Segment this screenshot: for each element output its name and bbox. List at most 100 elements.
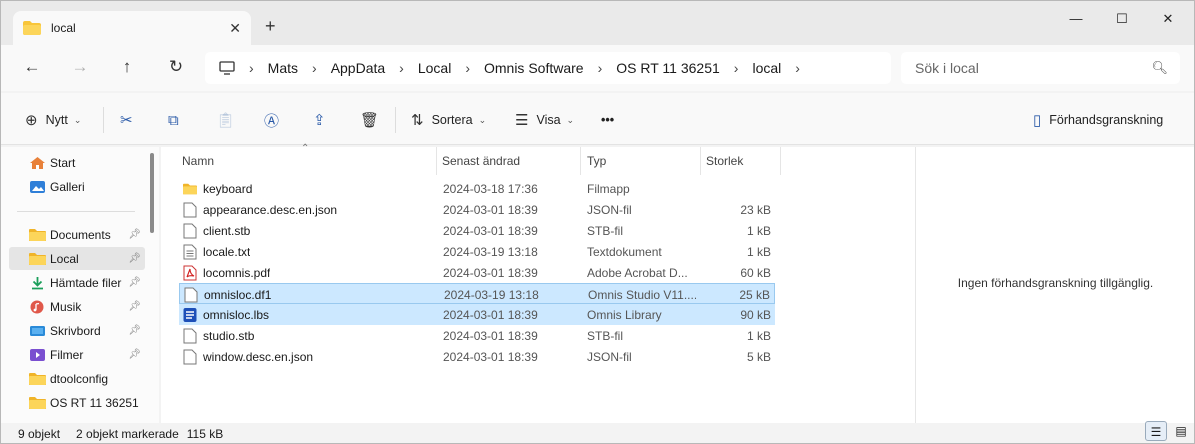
breadcrumb-separator[interactable]: › bbox=[795, 60, 800, 76]
sort-button[interactable]: ⇅ Sortera ⌄ bbox=[411, 109, 486, 131]
breadcrumb-separator: › bbox=[597, 60, 603, 76]
file-row-locale[interactable]: locale.txt 2024-03-19 13:18 Textdokument… bbox=[179, 241, 775, 262]
file-row-window[interactable]: window.desc.en.json 2024-03-01 18:39 JSO… bbox=[179, 346, 775, 367]
sidebar-item-videos[interactable]: Filmer 📌︎ bbox=[9, 343, 145, 366]
column-header-date[interactable]: Senast ändrad bbox=[442, 147, 520, 175]
file-size: 60 kB bbox=[740, 266, 771, 280]
close-tab-icon[interactable]: ✕ bbox=[229, 20, 241, 37]
breadcrumb-os-rt[interactable]: OS RT 11 36251 bbox=[616, 60, 720, 76]
sidebar-item-music[interactable]: Musik 📌︎ bbox=[9, 295, 145, 318]
close-window-button[interactable]: ✕ bbox=[1145, 11, 1191, 31]
file-row-appearance[interactable]: appearance.desc.en.json 2024-03-01 18:39… bbox=[179, 199, 775, 220]
sidebar-item-dtoolconfig[interactable]: dtoolconfig bbox=[9, 367, 145, 390]
column-divider[interactable] bbox=[700, 147, 701, 175]
sidebar-item-downloads[interactable]: Hämtade filer 📌︎ bbox=[9, 271, 145, 294]
search-input[interactable]: Sök i local 🔍︎ bbox=[901, 52, 1180, 84]
new-tab-button[interactable]: + bbox=[265, 16, 276, 37]
paste-button[interactable]: 📋︎ bbox=[216, 109, 243, 131]
sidebar-item-label: Filmer bbox=[50, 347, 84, 362]
rename-button[interactable]: Ⓐ bbox=[264, 109, 287, 131]
sidebar-item-label: Documents bbox=[50, 227, 111, 242]
breadcrumb-appdata[interactable]: AppData bbox=[331, 60, 385, 76]
preview-pane-button[interactable]: ▯ Förhandsgranskning bbox=[1033, 109, 1163, 131]
sidebar-item-label: Start bbox=[50, 155, 76, 170]
file-row-omnisloc-lbs[interactable]: omnisloc.lbs 2024-03-01 18:39 Omnis Libr… bbox=[179, 304, 775, 325]
pin-icon: 📌︎ bbox=[128, 253, 141, 264]
sidebar-scrollbar[interactable] bbox=[150, 153, 154, 233]
tab-local[interactable]: local ✕ bbox=[13, 11, 251, 45]
file-icon bbox=[183, 202, 197, 218]
folder-icon bbox=[29, 228, 46, 242]
file-row-client[interactable]: client.stb 2024-03-01 18:39 STB-fil 1 kB bbox=[179, 220, 775, 241]
file-row-studio[interactable]: studio.stb 2024-03-01 18:39 STB-fil 1 kB bbox=[179, 325, 775, 346]
title-bar: local ✕ + — ☐ ✕ bbox=[1, 1, 1194, 45]
breadcrumb-separator: › bbox=[733, 60, 739, 76]
desktop-icon bbox=[29, 324, 46, 338]
column-divider[interactable] bbox=[780, 147, 781, 175]
pin-icon: 📌︎ bbox=[128, 301, 141, 312]
sidebar-item-gallery[interactable]: Galleri bbox=[9, 175, 145, 198]
up-button[interactable]: ↑ bbox=[113, 56, 141, 80]
sidebar-item-start[interactable]: Start bbox=[9, 151, 145, 174]
folder-icon bbox=[29, 252, 46, 266]
breadcrumb-mats[interactable]: Mats bbox=[268, 60, 298, 76]
chevron-down-icon: ⌄ bbox=[478, 114, 487, 125]
file-date: 2024-03-19 13:18 bbox=[443, 245, 538, 259]
file-date: 2024-03-01 18:39 bbox=[443, 266, 538, 280]
sidebar-item-desktop[interactable]: Skrivbord 📌︎ bbox=[9, 319, 145, 342]
tiles-view-button[interactable]: ▤ bbox=[1170, 421, 1192, 441]
music-icon bbox=[29, 300, 46, 314]
new-button[interactable]: ⊕ Nytt ⌄ bbox=[25, 109, 81, 131]
file-size: 1 kB bbox=[746, 224, 771, 238]
breadcrumb-local-current[interactable]: local bbox=[752, 60, 781, 76]
file-size: 90 kB bbox=[740, 308, 771, 322]
pdf-icon bbox=[183, 265, 197, 281]
chevron-down-icon: ⌄ bbox=[566, 114, 575, 125]
gallery-icon bbox=[29, 180, 46, 194]
cut-button[interactable]: ✂ bbox=[120, 109, 141, 131]
omnis-library-icon bbox=[183, 308, 197, 322]
file-type: JSON-fil bbox=[587, 203, 632, 217]
video-icon bbox=[29, 348, 46, 362]
maximize-button[interactable]: ☐ bbox=[1099, 11, 1145, 31]
file-date: 2024-03-01 18:39 bbox=[443, 308, 538, 322]
sidebar-item-local[interactable]: Local 📌︎ bbox=[9, 247, 145, 270]
file-name: omnisloc.lbs bbox=[203, 308, 270, 322]
file-explorer-window: local ✕ + — ☐ ✕ ← → ↑ ↻ › Mats › AppData… bbox=[0, 0, 1195, 444]
more-options-button[interactable]: ••• bbox=[601, 109, 614, 131]
refresh-button[interactable]: ↻ bbox=[162, 56, 190, 80]
file-date: 2024-03-01 18:39 bbox=[443, 329, 538, 343]
file-row-keyboard[interactable]: keyboard 2024-03-18 17:36 Filmapp bbox=[179, 178, 775, 199]
column-divider[interactable] bbox=[580, 147, 581, 175]
column-header-size[interactable]: Storlek bbox=[706, 147, 743, 175]
file-row-omnisloc-df1[interactable]: omnisloc.df1 2024-03-19 13:18 Omnis Stud… bbox=[179, 283, 775, 304]
pin-icon: 📌︎ bbox=[128, 277, 141, 288]
file-date: 2024-03-19 13:18 bbox=[444, 288, 539, 302]
view-button[interactable]: ☰ Visa ⌄ bbox=[515, 109, 574, 131]
file-date: 2024-03-01 18:39 bbox=[443, 224, 538, 238]
share-button[interactable]: ⇪ bbox=[313, 109, 334, 131]
breadcrumb-separator: › bbox=[312, 60, 317, 76]
forward-button[interactable]: → bbox=[66, 56, 94, 80]
file-row-locomnis[interactable]: locomnis.pdf 2024-03-01 18:39 Adobe Acro… bbox=[179, 262, 775, 283]
column-divider[interactable] bbox=[436, 147, 437, 175]
delete-button[interactable]: 🗑︎ bbox=[360, 109, 387, 131]
back-button[interactable]: ← bbox=[18, 56, 46, 80]
minimize-button[interactable]: — bbox=[1053, 11, 1099, 31]
breadcrumb-local[interactable]: Local bbox=[418, 60, 451, 76]
file-name: locomnis.pdf bbox=[203, 266, 271, 280]
details-view-button[interactable]: ☰ bbox=[1145, 421, 1167, 441]
file-type: Omnis Studio V11.... bbox=[588, 288, 696, 302]
copy-button[interactable]: ⧉ bbox=[168, 109, 187, 131]
text-file-icon bbox=[183, 244, 197, 260]
search-placeholder: Sök i local bbox=[915, 60, 979, 76]
new-label: Nytt bbox=[45, 113, 68, 127]
sidebar-item-os-rt[interactable]: OS RT 11 36251 bbox=[9, 391, 145, 414]
column-header-name[interactable]: Namn bbox=[182, 147, 214, 175]
sidebar-item-label: Local bbox=[50, 251, 79, 266]
address-bar[interactable]: › Mats › AppData › Local › Omnis Softwar… bbox=[205, 52, 891, 84]
sidebar-item-documents[interactable]: Documents 📌︎ bbox=[9, 223, 145, 246]
column-header-type[interactable]: Typ bbox=[587, 147, 606, 175]
chevron-down-icon: ⌄ bbox=[73, 114, 82, 125]
breadcrumb-omnis-software[interactable]: Omnis Software bbox=[484, 60, 584, 76]
